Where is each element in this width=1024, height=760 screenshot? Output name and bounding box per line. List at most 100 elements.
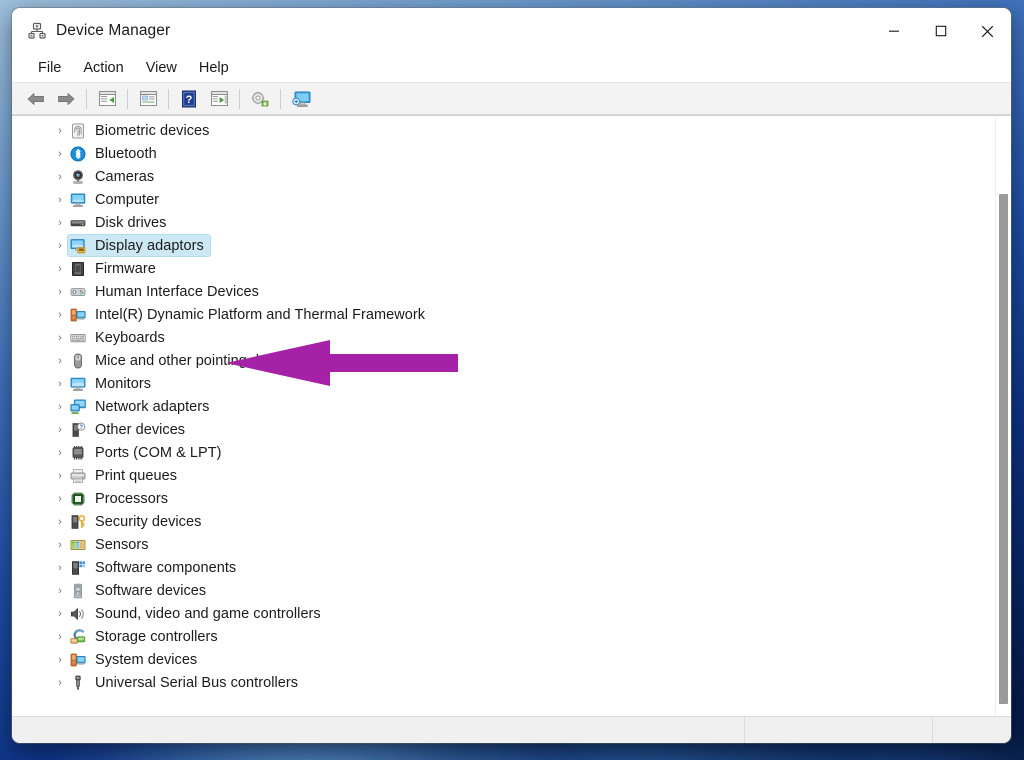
update-driver-icon[interactable] (246, 86, 274, 112)
chevron-right-icon[interactable]: › (52, 376, 68, 392)
tree-item-content[interactable]: Security devices (68, 511, 207, 532)
menu-action[interactable]: Action (73, 57, 133, 79)
tree-item-mice-and-other-pointing-devices[interactable]: › Mice and other pointing devices (12, 349, 995, 372)
port-icon (70, 445, 86, 461)
chevron-right-icon[interactable]: › (52, 146, 68, 162)
chevron-right-icon[interactable]: › (52, 675, 68, 691)
tree-item-content[interactable]: Disk drives (68, 212, 172, 233)
tree-item-content[interactable]: ? Other devices (68, 419, 191, 440)
tree-item-intel-r-dynamic-platform-and-thermal-framework[interactable]: › Intel(R) Dynamic Platform and Thermal … (12, 303, 995, 326)
tree-item-label: Sensors (95, 536, 149, 553)
chevron-right-icon[interactable]: › (52, 468, 68, 484)
tree-item-universal-serial-bus-controllers[interactable]: › Universal Serial Bus controllers (12, 671, 995, 694)
chevron-right-icon[interactable]: › (52, 514, 68, 530)
vertical-scrollbar[interactable] (995, 116, 1011, 716)
chevron-right-icon[interactable]: › (52, 307, 68, 323)
properties-icon[interactable] (134, 86, 162, 112)
bluetooth-icon (70, 146, 86, 162)
tree-item-sensors[interactable]: › Sensors (12, 533, 995, 556)
chevron-right-icon[interactable]: › (52, 606, 68, 622)
chevron-right-icon[interactable]: › (52, 422, 68, 438)
tree-item-disk-drives[interactable]: › Disk drives (12, 211, 995, 234)
title-bar[interactable]: Device Manager (12, 8, 1011, 54)
chevron-right-icon[interactable]: › (52, 445, 68, 461)
forward-arrow-icon[interactable] (52, 86, 80, 112)
tree-item-content[interactable]: Print queues (68, 465, 183, 486)
tree-item-keyboards[interactable]: › Keyboards (12, 326, 995, 349)
menu-view[interactable]: View (136, 57, 187, 79)
close-button[interactable] (964, 8, 1011, 54)
tree-item-content[interactable]: Sound, video and game controllers (68, 603, 327, 624)
tree-item-bluetooth[interactable]: › Bluetooth (12, 142, 995, 165)
tree-item-software-components[interactable]: › Software components (12, 556, 995, 579)
tree-item-content[interactable]: Sensors (68, 534, 155, 555)
chevron-right-icon[interactable]: › (52, 353, 68, 369)
tree-item-cameras[interactable]: › Cameras (12, 165, 995, 188)
chevron-right-icon[interactable]: › (52, 169, 68, 185)
tree-item-system-devices[interactable]: › System devices (12, 648, 995, 671)
tree-item-content[interactable]: Processors (68, 488, 174, 509)
chevron-right-icon[interactable]: › (52, 215, 68, 231)
menu-help[interactable]: Help (189, 57, 239, 79)
chevron-right-icon[interactable]: › (52, 652, 68, 668)
tree-item-content[interactable]: Intel(R) Dynamic Platform and Thermal Fr… (68, 304, 431, 325)
chevron-right-icon[interactable]: › (52, 261, 68, 277)
tree-item-human-interface-devices[interactable]: › Human Interface Devices (12, 280, 995, 303)
chevron-right-icon[interactable]: › (52, 192, 68, 208)
chevron-right-icon[interactable]: › (52, 560, 68, 576)
chevron-right-icon[interactable]: › (52, 284, 68, 300)
scrollbar-thumb[interactable] (999, 194, 1008, 704)
tree-item-biometric-devices[interactable]: › Biometric devices (12, 119, 995, 142)
tree-item-network-adapters[interactable]: › Network adapters (12, 395, 995, 418)
tree-item-content[interactable]: Display adaptors (67, 234, 211, 257)
minimize-button[interactable] (870, 8, 917, 54)
tree-item-content[interactable]: Biometric devices (68, 120, 215, 141)
tree-item-content[interactable]: Keyboards (68, 327, 171, 348)
device-tree[interactable]: › Biometric devices › Bluetooth › Cameras ›… (12, 116, 995, 716)
tree-item-content[interactable]: Bluetooth (68, 143, 163, 164)
chevron-right-icon[interactable]: › (52, 123, 68, 139)
chevron-right-icon[interactable]: › (52, 238, 68, 254)
tree-item-storage-controllers[interactable]: › Storage controllers (12, 625, 995, 648)
tree-item-content[interactable]: Human Interface Devices (68, 281, 265, 302)
chevron-right-icon[interactable]: › (52, 537, 68, 553)
tree-item-content[interactable]: Network adapters (68, 396, 215, 417)
chevron-right-icon[interactable]: › (52, 491, 68, 507)
tree-item-monitors[interactable]: › Monitors (12, 372, 995, 395)
tree-item-processors[interactable]: › Processors (12, 487, 995, 510)
tree-item-security-devices[interactable]: › Security devices (12, 510, 995, 533)
scan-hardware-changes-icon[interactable] (287, 86, 315, 112)
show-hide-action-pane-icon[interactable] (205, 86, 233, 112)
tree-item-content[interactable]: Storage controllers (68, 626, 224, 647)
tree-item-content[interactable]: System devices (68, 649, 203, 670)
tree-item-ports-com-lpt[interactable]: › Ports (COM & LPT) (12, 441, 995, 464)
tree-item-content[interactable]: Firmware (68, 258, 162, 279)
tree-item-content[interactable]: Software devices (68, 580, 212, 601)
system-device-icon (70, 652, 86, 668)
biometric-icon (70, 123, 86, 139)
maximize-button[interactable] (917, 8, 964, 54)
tree-item-content[interactable]: Mice and other pointing devices (68, 350, 306, 371)
menu-file[interactable]: File (28, 57, 71, 79)
tree-item-other-devices[interactable]: › ? Other devices (12, 418, 995, 441)
show-hide-console-tree-icon[interactable] (93, 86, 121, 112)
chevron-right-icon[interactable]: › (52, 583, 68, 599)
tree-item-sound-video-and-game-controllers[interactable]: › Sound, video and game controllers (12, 602, 995, 625)
tree-item-content[interactable]: Universal Serial Bus controllers (68, 672, 304, 693)
chevron-right-icon[interactable]: › (52, 330, 68, 346)
back-arrow-icon[interactable] (22, 86, 50, 112)
tree-item-content[interactable]: Computer (68, 189, 165, 210)
tree-item-content[interactable]: Monitors (68, 373, 157, 394)
chevron-right-icon[interactable]: › (52, 399, 68, 415)
tree-item-display-adaptors[interactable]: › Display adaptors (12, 234, 995, 257)
chevron-right-icon[interactable]: › (52, 629, 68, 645)
tree-item-firmware[interactable]: › Firmware (12, 257, 995, 280)
tree-item-content[interactable]: Ports (COM & LPT) (68, 442, 228, 463)
tree-item-label: Other devices (95, 421, 186, 438)
tree-item-content[interactable]: Cameras (68, 166, 160, 187)
tree-item-computer[interactable]: › Computer (12, 188, 995, 211)
tree-item-print-queues[interactable]: › Print queues (12, 464, 995, 487)
help-icon[interactable]: ? (175, 86, 203, 112)
tree-item-content[interactable]: Software components (68, 557, 242, 578)
tree-item-software-devices[interactable]: › Software devices (12, 579, 995, 602)
